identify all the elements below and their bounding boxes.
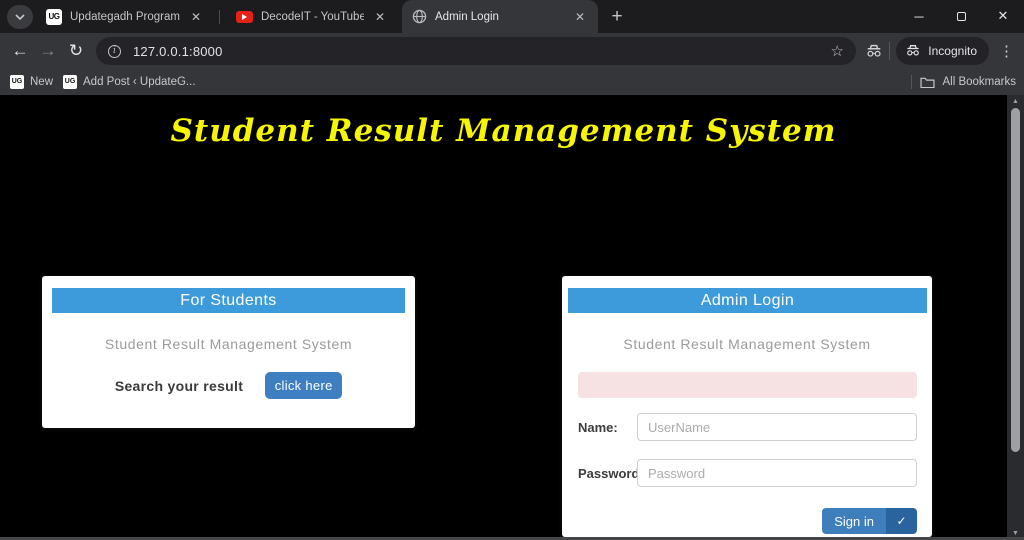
close-tab-icon[interactable]: ✕ (372, 9, 388, 25)
tab-updategadh[interactable]: UG Updategadh Programming - Up ✕ (36, 0, 214, 33)
browser-window: UG Updategadh Programming - Up ✕ DecodeI… (0, 0, 1024, 540)
bookmark-new[interactable]: UG New (10, 75, 53, 89)
bookmark-label: New (30, 76, 53, 88)
password-field[interactable] (637, 459, 917, 487)
ug-favicon: UG (10, 75, 24, 89)
bookmarks-bar: UG New UG Add Post ‹ UpdateG... All Book… (0, 68, 1024, 95)
tab-youtube[interactable]: DecodeIT - YouTube ✕ (226, 0, 398, 33)
bookmark-label: Add Post ‹ UpdateG... (83, 76, 196, 88)
youtube-favicon (236, 11, 253, 23)
new-tab-button[interactable]: + (604, 5, 630, 29)
close-tab-icon[interactable]: ✕ (188, 9, 204, 25)
tab-title: DecodeIT - YouTube (261, 11, 364, 23)
ug-favicon: UG (46, 9, 62, 25)
address-bar[interactable]: i 127.0.0.1:8000 ☆ (96, 37, 856, 65)
tab-search-button[interactable] (7, 5, 33, 29)
minimize-button[interactable]: ─ (898, 0, 940, 32)
site-info-icon[interactable]: i (108, 45, 121, 58)
admin-card-subtitle: Student Result Management System (562, 336, 932, 352)
students-search-row: Search your result click here (42, 372, 415, 399)
tab-separator (219, 10, 220, 24)
reload-button[interactable]: ↻ (62, 37, 90, 65)
sign-in-label: Sign in (822, 508, 886, 534)
toolbar-right: Incognito ⋮ (865, 33, 1018, 68)
folder-icon (920, 76, 935, 88)
incognito-icon (865, 44, 883, 58)
url-text: 127.0.0.1:8000 (133, 44, 223, 59)
check-icon: ✓ (886, 508, 917, 534)
name-form-row: Name: (578, 413, 917, 441)
page-scrollbar[interactable]: ▲ ▼ (1007, 95, 1024, 540)
toolbar-separator (889, 42, 890, 60)
students-card-header: For Students (52, 288, 405, 313)
search-result-label: Search your result (115, 378, 243, 394)
password-label: Password (578, 466, 637, 481)
incognito-icon (905, 44, 921, 57)
scrollbar-thumb[interactable] (1011, 108, 1020, 452)
admin-login-card: Admin Login Student Result Management Sy… (562, 276, 932, 537)
students-card: For Students Student Result Management S… (42, 276, 415, 428)
forward-button[interactable]: → (34, 37, 62, 65)
close-tab-icon[interactable]: ✕ (572, 9, 588, 25)
admin-card-header: Admin Login (568, 288, 927, 313)
bookmark-add-post[interactable]: UG Add Post ‹ UpdateG... (63, 75, 196, 89)
all-bookmarks-label[interactable]: All Bookmarks (943, 76, 1017, 88)
page-title: Student Result Management System (0, 113, 1007, 149)
tab-admin-login[interactable]: Admin Login ✕ (402, 0, 598, 33)
bookmarks-bar-right: All Bookmarks (911, 75, 1017, 89)
tab-title: Updategadh Programming - Up (70, 11, 180, 23)
maximize-icon (957, 12, 966, 21)
login-alert-box (578, 372, 917, 398)
tab-title: Admin Login (435, 11, 564, 23)
browser-menu-button[interactable]: ⋮ (995, 42, 1018, 60)
incognito-label: Incognito (928, 44, 977, 58)
window-controls: ─ ✕ (898, 0, 1024, 32)
back-button[interactable]: ← (6, 37, 34, 65)
sign-in-button[interactable]: Sign in ✓ (822, 508, 917, 534)
name-label: Name: (578, 420, 637, 435)
bookmark-star-icon[interactable]: ☆ (831, 42, 844, 60)
username-field[interactable] (637, 413, 917, 441)
close-window-button[interactable]: ✕ (982, 0, 1024, 32)
globe-favicon (412, 9, 427, 24)
incognito-profile-chip[interactable]: Incognito (896, 37, 989, 65)
browser-toolbar: ← → ↻ i 127.0.0.1:8000 ☆ (0, 33, 1024, 68)
ug-favicon: UG (63, 75, 77, 89)
password-form-row: Password (578, 459, 917, 487)
page-content: Student Result Management System For Stu… (0, 95, 1007, 540)
chevron-down-icon (15, 14, 25, 20)
bookmarks-separator (911, 75, 912, 89)
tab-strip: UG Updategadh Programming - Up ✕ DecodeI… (0, 0, 1024, 33)
click-here-button[interactable]: click here (265, 372, 342, 399)
maximize-button[interactable] (940, 0, 982, 32)
students-card-subtitle: Student Result Management System (42, 336, 415, 352)
scroll-up-arrow[interactable]: ▲ (1007, 95, 1024, 108)
